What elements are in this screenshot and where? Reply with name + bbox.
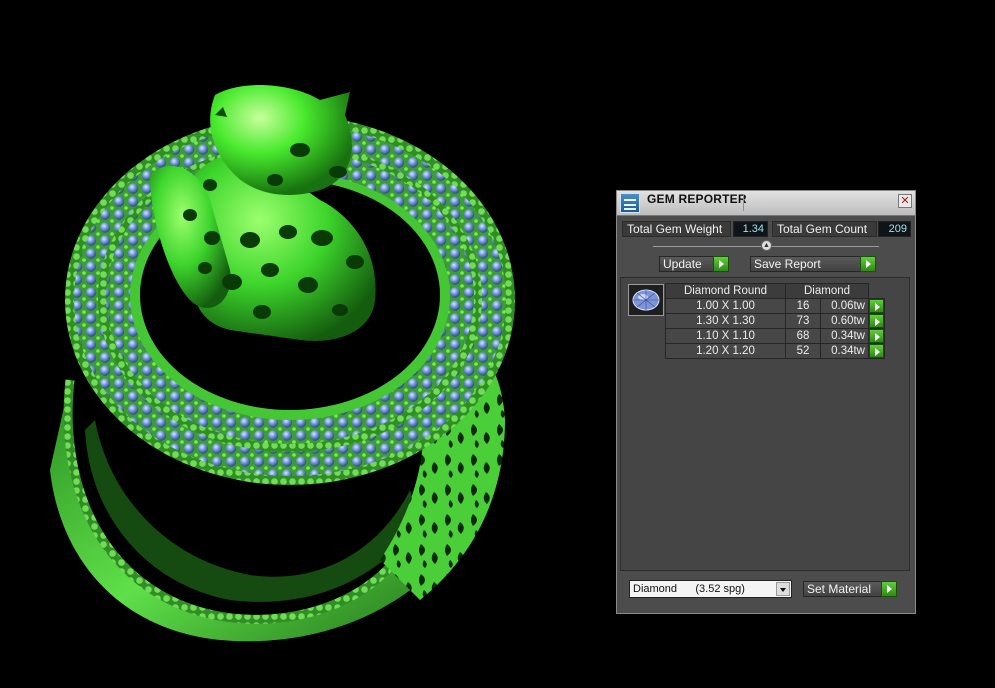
- play-arrow-icon: [713, 256, 729, 272]
- gem-table: Diamond Round Diamond 1.00 X 1.00 16 0.0…: [665, 283, 885, 359]
- header-spacer: [869, 284, 885, 299]
- save-report-button-label: Save Report: [754, 257, 821, 271]
- chevron-down-icon[interactable]: [776, 582, 790, 596]
- round-diamond-icon[interactable]: [628, 284, 664, 316]
- set-material-button-label: Set Material: [807, 582, 872, 596]
- gem-reporter-panel: GEM REPORTER ✕ Total Gem Weight 1.34 Tot…: [616, 190, 916, 614]
- update-button-label: Update: [663, 257, 702, 271]
- title-divider: [743, 195, 744, 211]
- table-row[interactable]: 1.00 X 1.00 16 0.06tw: [665, 298, 885, 314]
- gem-count-cell: 16: [785, 298, 821, 314]
- row-select-button[interactable]: [868, 343, 885, 359]
- panel-titlebar[interactable]: GEM REPORTER ✕: [617, 191, 915, 216]
- set-material-button[interactable]: Set Material: [803, 581, 897, 597]
- total-gem-count-value: 209: [878, 221, 911, 237]
- play-arrow-icon: [869, 329, 884, 343]
- gem-count-cell: 68: [785, 328, 821, 344]
- material-select[interactable]: Diamond (3.52 spg): [629, 580, 792, 598]
- total-gem-count-label: Total Gem Count: [772, 221, 877, 237]
- gem-weight-cell: 0.34tw: [820, 343, 869, 359]
- gem-reporter-app-icon: [620, 193, 640, 213]
- column-header-type: Diamond: [785, 283, 869, 299]
- save-report-button[interactable]: Save Report: [750, 256, 876, 272]
- total-gem-weight-value: 1.34: [733, 221, 768, 237]
- update-button[interactable]: Update: [659, 256, 729, 272]
- play-arrow-icon: [860, 256, 876, 272]
- material-select-value: Diamond (3.52 spg): [633, 583, 745, 595]
- 3d-viewport[interactable]: [0, 0, 610, 688]
- gem-size-cell: 1.00 X 1.00: [665, 298, 786, 314]
- gem-count-cell: 52: [785, 343, 821, 359]
- gem-weight-cell: 0.34tw: [820, 328, 869, 344]
- play-arrow-icon: [869, 344, 884, 358]
- gem-weight-cell: 0.60tw: [820, 313, 869, 329]
- table-row[interactable]: 1.10 X 1.10 68 0.34tw: [665, 328, 885, 344]
- row-select-button[interactable]: [868, 328, 885, 344]
- table-row[interactable]: 1.20 X 1.20 52 0.34tw: [665, 343, 885, 359]
- row-select-button[interactable]: [868, 313, 885, 329]
- play-arrow-icon: [869, 299, 884, 313]
- gem-count-cell: 73: [785, 313, 821, 329]
- panel-title: GEM REPORTER: [647, 192, 747, 206]
- play-arrow-icon: [881, 581, 897, 597]
- column-header-size: Diamond Round: [665, 283, 786, 299]
- close-icon[interactable]: ✕: [898, 194, 912, 208]
- gem-weight-cell: 0.06tw: [820, 298, 869, 314]
- gem-size-cell: 1.10 X 1.10: [665, 328, 786, 344]
- row-select-button[interactable]: [868, 298, 885, 314]
- gem-size-cell: 1.30 X 1.30: [665, 313, 786, 329]
- gem-size-cell: 1.20 X 1.20: [665, 343, 786, 359]
- total-gem-weight-label: Total Gem Weight: [622, 221, 731, 237]
- collapse-toggle-icon[interactable]: ▲: [761, 240, 772, 251]
- gem-list[interactable]: Diamond Round Diamond 1.00 X 1.00 16 0.0…: [620, 277, 910, 571]
- table-row[interactable]: 1.30 X 1.30 73 0.60tw: [665, 313, 885, 329]
- play-arrow-icon: [869, 314, 884, 328]
